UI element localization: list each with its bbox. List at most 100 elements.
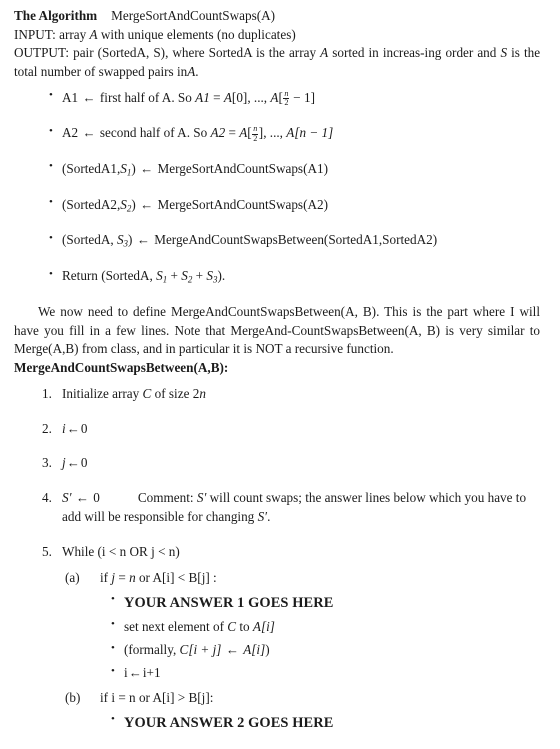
list-item: Return (SortedA, S1 + S2 + S3). [14, 267, 540, 286]
branch-b-bullets: YOUR ANSWER 2 GOES HERE [100, 712, 540, 733]
list-item: (formally, C[i + j] ← A[i]) [100, 641, 540, 660]
step5-while-text: While (i < n OR j < n) [62, 543, 180, 559]
formally-lhs: C[i + j] [180, 642, 222, 657]
step-sorted-a1-rhs: MergeSortAndCountSwaps(A1) [157, 160, 328, 176]
algorithm-title: The Algorithm [14, 8, 98, 23]
algorithm-title-line: The Algorithm MergeSortAndCountSwaps(A) [14, 7, 540, 26]
step-a2-range: A[n 2], ..., A[n − 1] [239, 124, 334, 143]
list-item: if j = n or A[i] < B[j] : YOUR ANSWER 1 … [62, 569, 540, 683]
step-return-post: ). [217, 268, 226, 284]
branch-a-condition: or A[i] < B[j] : [138, 570, 217, 586]
list-item: YOUR ANSWER 2 GOES HERE [100, 712, 540, 733]
step-sorted-a1-s: S1 [120, 160, 132, 178]
answer-placeholder-1: YOUR ANSWER 1 GOES HERE [124, 594, 334, 611]
branch-a-var-j: j [111, 570, 116, 586]
step-sorted-a2-pre: (SortedA2, [62, 196, 121, 212]
procedure-heading: MergeAndCountSwapsBetween(A,B): [14, 360, 229, 376]
step4-comment-text-2: . [267, 508, 271, 524]
left-arrow-icon: ← [66, 455, 80, 471]
step-return-plus1: + [170, 268, 178, 284]
step-merge-pre: (SortedA, [62, 232, 114, 248]
algorithm-input-line: INPUT: array A with unique elements (no … [14, 26, 540, 45]
step4-comment-var-2: S′ [257, 508, 268, 524]
formally-idx: [i + j] [188, 642, 222, 658]
algorithm-header: The Algorithm MergeSortAndCountSwaps(A) I… [14, 7, 540, 82]
step-a1-arr2: A [270, 89, 279, 105]
step4-var: S′ [62, 490, 72, 506]
left-arrow-icon: ← [136, 232, 150, 248]
input-label: INPUT: [14, 26, 56, 42]
set-next-arr: A [252, 618, 261, 634]
list-item: A1 ← first half of A. So A1 = A[0], ...,… [14, 88, 540, 108]
set-next-target: A[i] [253, 619, 275, 634]
branch-a-var-n: n [129, 570, 136, 586]
step-return-s2: S2 [181, 268, 193, 285]
step-sorted-a2-post: ) [131, 196, 136, 212]
left-arrow-icon: ← [82, 89, 96, 105]
output-text-4: . [195, 64, 199, 80]
step-merge-lhs: (SortedA, S3) [62, 232, 133, 249]
output-variable-2: S [500, 45, 508, 61]
list-item: S′ ← 0 Comment: S′ will count swaps; the … [14, 489, 540, 526]
list-item: A2 ← second half of A. So A2 = A[n2], ..… [14, 124, 540, 143]
algorithm-steps-list: A1 ← first half of A. So A1 = A[0], ...,… [14, 88, 540, 286]
while-body-list: if j = n or A[i] < B[j] : YOUR ANSWER 1 … [62, 569, 540, 733]
step-a1-text: first half of A. So [99, 89, 192, 105]
step-a2-name: A2 [62, 125, 79, 141]
step-merge-s: S3 [116, 232, 129, 249]
step-return-s1: S1 [156, 268, 168, 285]
document-page: The Algorithm MergeSortAndCountSwaps(A) I… [0, 0, 560, 749]
left-arrow-icon: ← [128, 665, 142, 681]
list-item: if i = n or A[i] > B[j]: YOUR ANSWER 2 G… [62, 689, 540, 733]
fraction-n-over-2: n2 [252, 124, 259, 143]
output-variable-1: A [320, 45, 329, 61]
algorithm-output-block: OUTPUT: pair (SortedA, S), where SortedA… [14, 44, 540, 81]
step-a1-arr: A [223, 89, 232, 105]
fraction-denominator: 2 [252, 133, 259, 143]
step-merge-post: ) [128, 232, 133, 248]
left-arrow-icon: ← [140, 160, 154, 176]
step1-size: 2n [193, 386, 206, 401]
step4-value: 0 [93, 490, 100, 506]
step-a1-eq: = [213, 89, 221, 105]
list-item: (SortedA, S3) ← MergeAndCountSwapsBetwee… [14, 231, 540, 250]
subscript: 1 [162, 274, 168, 285]
step-a1-name: A1 [62, 89, 79, 105]
list-item: YOUR ANSWER 1 GOES HERE [100, 592, 540, 613]
subscript: 2 [187, 274, 193, 285]
set-next-idx: [i] [260, 618, 275, 634]
step-sorted-a1-pre: (SortedA1, [62, 160, 121, 176]
list-item: Initialize array C of size 2n [14, 385, 540, 404]
fraction-numerator: n [253, 124, 258, 134]
left-arrow-icon: ← [75, 490, 89, 506]
step-a2-text: second half of A. So [99, 125, 208, 141]
step-a1-ellipsis: , ..., [247, 89, 271, 105]
branch-a-bullets: YOUR ANSWER 1 GOES HERE set next element… [100, 592, 540, 683]
step-return-plus2: + [195, 268, 204, 284]
step1-array-var: C [142, 385, 152, 401]
step3-value: 0 [80, 455, 88, 471]
step-a2-ellipsis: , ..., [263, 125, 287, 141]
step-sorted-a1-lhs: (SortedA1,S1) [62, 160, 136, 178]
explanation-paragraph: We now need to define MergeAndCountSwaps… [14, 303, 540, 357]
output-text-1: pair (SortedA, S), where SortedA is the … [73, 45, 317, 61]
step4-comment-var: S′ [196, 490, 207, 506]
step4-comment-text-1: will count swaps; the answer lines below… [62, 490, 527, 524]
branch-a-pre: if [100, 570, 109, 586]
output-text-2: sorted in increas-ing order and [332, 45, 497, 61]
input-text-2: with unique elements (no duplicates) [100, 26, 296, 42]
step-a1-range: A[0], ..., A[n 2 − 1] [223, 88, 315, 108]
formally-idx2: [i] [251, 642, 266, 658]
step-a1-var: A1 [195, 89, 210, 105]
left-arrow-icon: ← [82, 125, 96, 141]
step1-size-var: n [199, 385, 206, 401]
step-return-pre: Return (SortedA, [62, 268, 153, 284]
list-item: set next element of C to A[i] [100, 617, 540, 637]
algorithm-signature: MergeSortAndCountSwaps(A) [111, 8, 276, 23]
set-next-mid: to [239, 618, 250, 634]
fraction-denominator: 2 [283, 98, 290, 108]
left-arrow-icon: ← [66, 420, 80, 436]
list-item: (SortedA2,S2) ← MergeSortAndCountSwaps(A… [14, 195, 540, 215]
step-sorted-a1-post: ) [131, 160, 136, 176]
step-a2-tail: [n − 1] [294, 125, 334, 141]
